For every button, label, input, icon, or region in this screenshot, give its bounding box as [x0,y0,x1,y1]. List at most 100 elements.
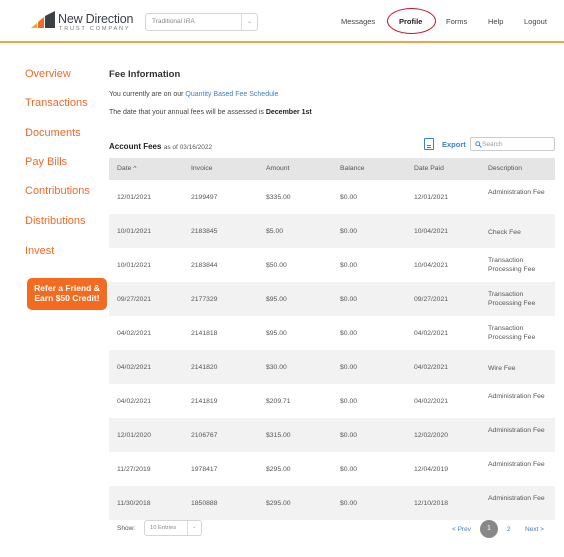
nav-help[interactable]: Help [488,17,503,26]
cell-description: Transaction Processing Fee [488,291,536,307]
cell-invoice: 2183845 [191,228,218,235]
cell-date-paid: 12/10/2018 [414,500,449,507]
sidebar-item-contributions[interactable]: Contributions [25,185,90,197]
annual-fee-text: The date that your annual fees will be a… [109,109,312,116]
sidebar-item-overview[interactable]: Overview [25,68,71,80]
cell-invoice: 2141818 [191,330,218,337]
search-box[interactable] [470,137,555,151]
table-body: 12/01/2021 2199497 $335.00 $0.00 12/01/2021 A… [109,180,555,520]
account-fees-table: Date ^ Invoice Amount Balance Date Paid … [109,158,555,520]
cell-date-paid: 04/02/2021 [414,398,449,405]
search-icon [475,141,482,148]
page-2-link[interactable]: 2 [507,526,511,533]
cell-balance: $0.00 [340,500,358,507]
cell-date: 04/02/2021 [117,398,152,405]
column-header-date[interactable]: Date ^ [117,165,136,172]
page-1-button[interactable]: 1 [480,520,498,538]
entries-value: 10 Entries [150,525,177,531]
new-direction-logo-icon [31,11,55,28]
logo-name: New Direction [58,12,134,26]
refer-friend-button[interactable]: Refer a Friend & Earn $50 Credit! [27,278,107,310]
sidebar-item-invest[interactable]: Invest [25,245,54,257]
cell-description: Administration Fee [488,393,545,400]
cell-date-paid: 10/04/2021 [414,228,449,235]
cell-invoice: 1850888 [191,500,218,507]
cell-amount: $5.00 [266,228,284,235]
annual-fee-prefix: The date that your annual fees will be a… [109,109,264,116]
cell-date: 12/01/2021 [117,194,152,201]
cell-description: Transaction Processing Fee [488,257,536,273]
table-row: 04/02/2021 2141820 $30.00 $0.00 04/02/2021 Wi… [109,350,555,384]
cell-invoice: 2183844 [191,262,218,269]
entries-per-page-select[interactable]: 10 Entries ⌄ [144,520,202,536]
cell-balance: $0.00 [340,466,358,473]
logo-subtitle: TRUST COMPANY [59,26,131,32]
cell-date-paid: 12/04/2019 [414,466,449,473]
sidebar-item-transactions[interactable]: Transactions [25,97,88,109]
cell-date: 09/27/2021 [117,296,152,303]
cell-amount: $295.00 [266,500,291,507]
table-row: 04/02/2021 2141818 $95.00 $0.00 04/02/2021 Tr… [109,316,555,350]
cell-balance: $0.00 [340,296,358,303]
table-row: 09/27/2021 2177329 $95.00 $0.00 09/27/2021 Tr… [109,282,555,316]
cell-amount: $335.00 [266,194,291,201]
column-header-amount[interactable]: Amount [266,165,289,172]
cell-balance: $0.00 [340,194,358,201]
cell-date-paid: 12/01/2021 [414,194,449,201]
document-icon [424,138,434,150]
cell-description: Administration Fee [488,427,545,434]
cell-invoice: 2106767 [191,432,218,439]
nav-messages[interactable]: Messages [341,17,375,26]
cell-balance: $0.00 [340,398,358,405]
cell-description: Transaction Processing Fee [488,325,536,341]
show-label: Show: [117,525,136,532]
account-type-select[interactable]: Traditional IRA ⌄ [145,13,258,31]
prev-page-link[interactable]: < Prev [452,526,471,533]
top-header: New Direction TRUST COMPANY Traditional … [0,0,564,43]
table-row: 04/02/2021 2141819 $209.71 $0.00 04/02/2021 A… [109,384,555,418]
table-row: 12/01/2020 2106767 $315.00 $0.00 12/02/2020 A… [109,418,555,452]
cell-amount: $50.00 [266,262,287,269]
column-header-balance[interactable]: Balance [340,165,365,172]
cell-description: Administration Fee [488,461,545,468]
page-title: Fee Information [109,69,181,80]
cell-invoice: 2141820 [191,364,218,371]
column-header-description[interactable]: Description [488,165,522,172]
next-page-link[interactable]: Next > [525,526,544,533]
cell-date-paid: 10/04/2021 [414,262,449,269]
export-label: Export [442,140,466,149]
nav-forms[interactable]: Forms [446,17,467,26]
table-row: 10/01/2021 2183845 $5.00 $0.00 10/04/2021 Che… [109,214,555,248]
cell-balance: $0.00 [340,432,358,439]
table-row: 11/27/2019 1978417 $295.00 $0.00 12/04/2019 A… [109,452,555,486]
cell-date: 11/27/2019 [117,466,151,473]
table-row: 12/01/2021 2199497 $335.00 $0.00 12/01/2021 A… [109,180,555,214]
nav-profile[interactable]: Profile [399,17,422,26]
cell-amount: $95.00 [266,330,287,337]
column-header-date-paid[interactable]: Date Paid [414,165,444,172]
cell-balance: $0.00 [340,364,358,371]
cell-date-paid: 12/02/2020 [414,432,449,439]
cell-invoice: 2199497 [191,194,218,201]
cell-date-paid: 09/27/2021 [414,296,449,303]
refer-line-1: Refer a Friend & [34,283,100,293]
fee-schedule-link[interactable]: Quantity Based Fee Schedule [185,91,278,98]
cell-amount: $295.00 [266,466,291,473]
sidebar-item-distributions[interactable]: Distributions [25,215,86,227]
sidebar-item-documents[interactable]: Documents [25,127,81,139]
table-header: Date ^ Invoice Amount Balance Date Paid … [109,158,555,180]
account-type-value: Traditional IRA [152,18,195,25]
cell-balance: $0.00 [340,228,358,235]
cell-balance: $0.00 [340,330,358,337]
column-header-invoice[interactable]: Invoice [191,165,213,172]
sidebar-item-pay-bills[interactable]: Pay Bills [25,156,67,168]
cell-amount: $209.71 [266,398,291,405]
table-row: 11/30/2018 1850888 $295.00 $0.00 12/10/2018 A… [109,486,555,520]
search-input[interactable] [482,139,552,149]
table-row: 10/01/2021 2183844 $50.00 $0.00 10/04/2021 Tr… [109,248,555,282]
nav-logout[interactable]: Logout [524,17,547,26]
cell-description: Check Fee [488,229,521,236]
cell-invoice: 1978417 [191,466,218,473]
account-fees-heading: Account Fees as of 03/16/2022 [109,142,212,151]
brand-logo[interactable]: New Direction TRUST COMPANY [30,9,134,35]
